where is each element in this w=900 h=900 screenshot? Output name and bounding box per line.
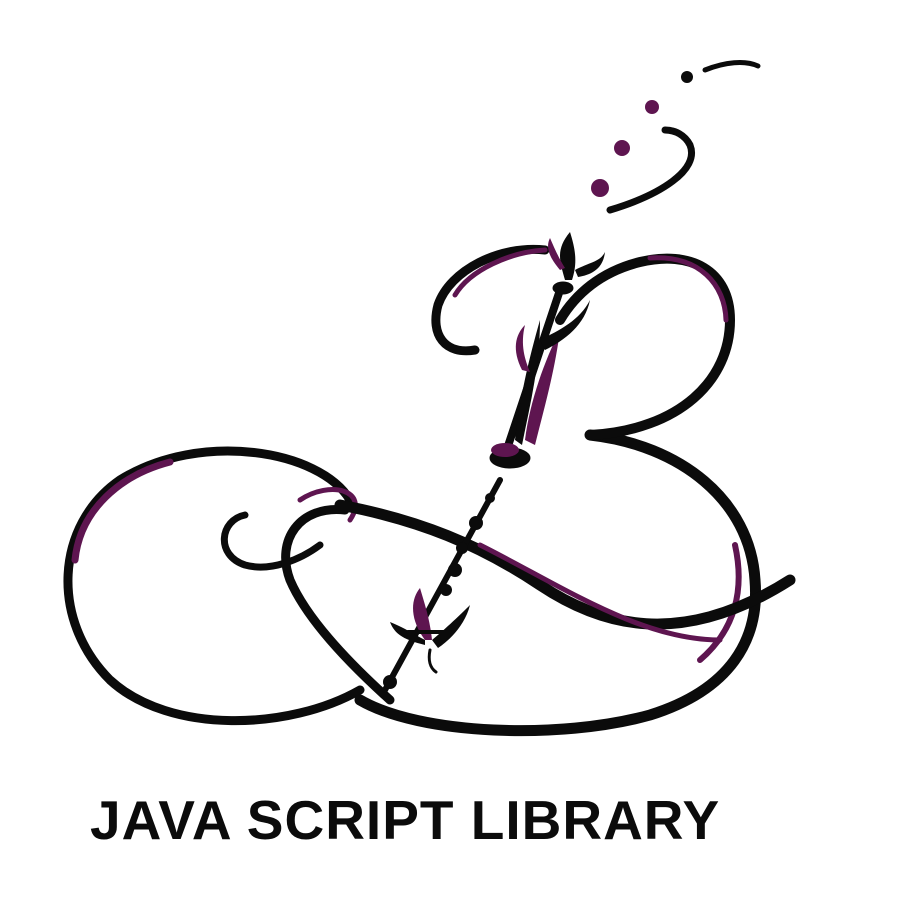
calligraphic-b-monogram-icon	[63, 60, 796, 737]
logo-emblem	[0, 0, 900, 770]
central-staff	[382, 71, 693, 693]
library-title: JAVA SCRIPT LIBRARY	[90, 789, 721, 851]
